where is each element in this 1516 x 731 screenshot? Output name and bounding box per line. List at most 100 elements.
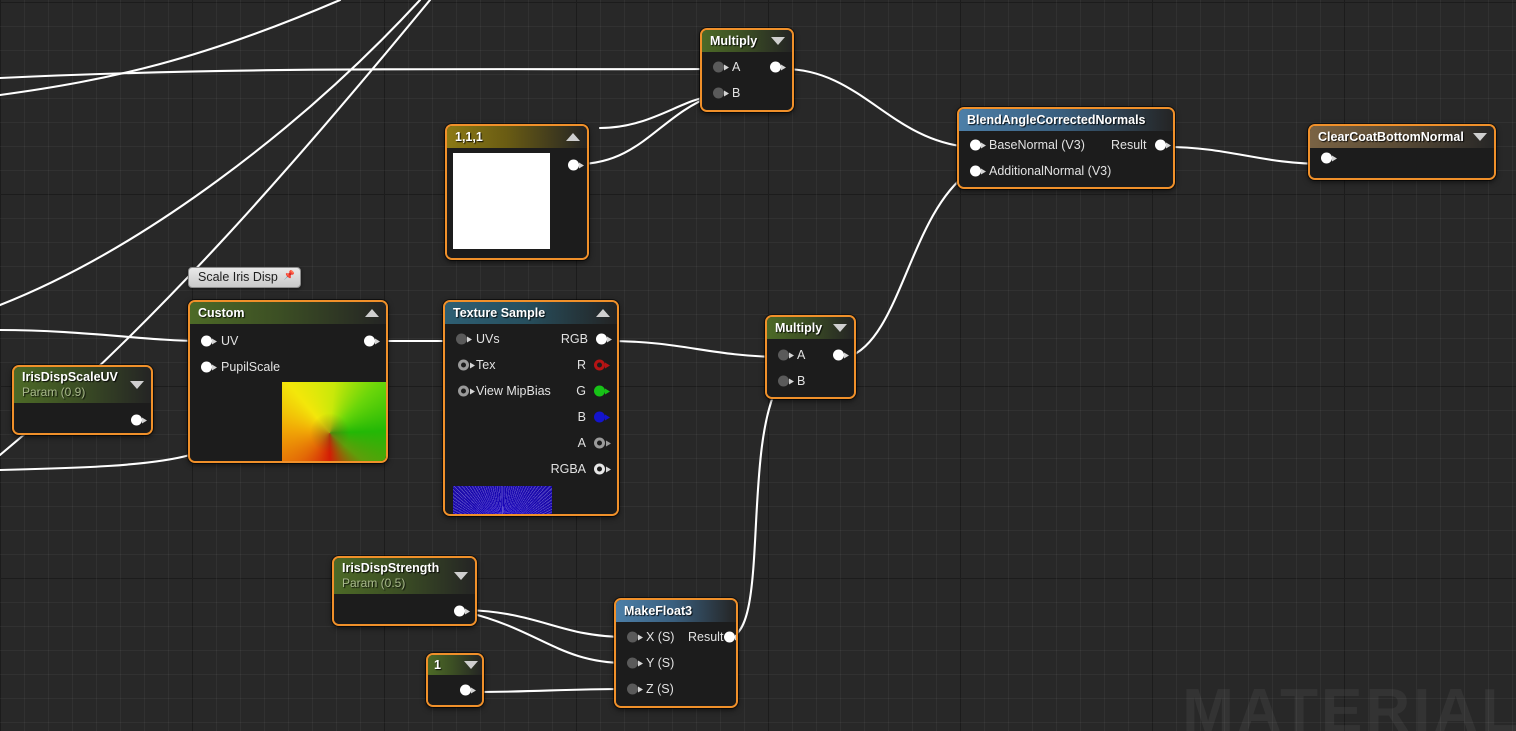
input-pin-basenormal[interactable]	[970, 139, 986, 151]
node-texture-sample[interactable]: Texture Sample UVs Tex View MipBias RGB …	[443, 300, 619, 516]
node-header[interactable]: Multiply	[702, 30, 792, 52]
wire-in-to-custom-uv	[0, 328, 202, 343]
node-multiply-top[interactable]: Multiply A B	[700, 28, 794, 112]
input-pin-a[interactable]	[778, 349, 794, 361]
chevron-up-icon[interactable]	[596, 309, 610, 317]
output-pin-result[interactable]	[724, 631, 736, 643]
input-pin-uvs[interactable]	[456, 333, 472, 345]
node-custom[interactable]: Custom UV PupilScale	[188, 300, 388, 463]
input-pin-y[interactable]	[627, 657, 643, 669]
wire-to-multiply-top-b	[598, 94, 714, 130]
chevron-down-icon[interactable]	[771, 37, 785, 45]
chevron-down-icon[interactable]	[130, 381, 144, 389]
output-label-rgb: RGB	[560, 332, 588, 346]
chevron-down-icon[interactable]	[1473, 133, 1487, 141]
chevron-down-icon[interactable]	[833, 324, 847, 332]
wire-to-multiply-top-a	[0, 67, 716, 80]
output-pin[interactable]	[454, 605, 470, 617]
input-pin-viewmipbias[interactable]	[458, 385, 475, 397]
comment-bubble-scale-iris-disp[interactable]: Scale Iris Disp 📌	[188, 267, 301, 288]
node-title: 1,1,1	[455, 130, 483, 144]
node-constant-vector-111[interactable]: 1,1,1	[445, 124, 589, 260]
output-pin-rgb[interactable]	[596, 333, 612, 345]
input-label-basenormal: BaseNormal (V3)	[989, 138, 1085, 152]
pin-row: B	[767, 368, 854, 394]
node-title: Texture Sample	[453, 306, 546, 320]
node-header[interactable]: ClearCoatBottomNormal	[1310, 126, 1494, 148]
chevron-up-icon[interactable]	[566, 133, 580, 141]
input-pin[interactable]	[1321, 152, 1337, 164]
node-title: ClearCoatBottomNormal	[1318, 130, 1464, 144]
input-pin-x[interactable]	[627, 631, 643, 643]
node-multiply-mid[interactable]: Multiply A B	[765, 315, 856, 399]
input-pin-pupilscale[interactable]	[201, 361, 217, 373]
output-pin[interactable]	[568, 159, 584, 171]
input-label-b: B	[732, 86, 741, 100]
output-pin-b[interactable]	[594, 411, 610, 423]
output-pin-g[interactable]	[594, 385, 610, 397]
node-title: IrisDispScaleUV	[22, 370, 118, 384]
node-blend-angle-corrected-normals[interactable]: BlendAngleCorrectedNormals BaseNormal (V…	[957, 107, 1175, 189]
output-pin-result[interactable]	[1155, 139, 1171, 151]
output-pin-a[interactable]	[594, 437, 611, 449]
input-pin-tex[interactable]	[458, 359, 475, 371]
wire-multiplymid-to-blend-additional	[846, 171, 970, 359]
node-title: Multiply	[710, 34, 758, 48]
input-pin-z[interactable]	[627, 683, 643, 695]
output-label-r: R	[576, 358, 586, 372]
node-header[interactable]: MakeFloat3	[616, 600, 736, 622]
node-iris-disp-scale-uv[interactable]: IrisDispScaleUV Param (0.9)	[12, 365, 153, 435]
node-iris-disp-strength[interactable]: IrisDispStrength Param (0.5)	[332, 556, 477, 626]
input-pin-additionalnormal[interactable]	[970, 165, 986, 177]
input-pin-b[interactable]	[778, 375, 794, 387]
pin-row: A	[527, 430, 617, 456]
node-header[interactable]: Multiply	[767, 317, 854, 339]
output-pin-column: RGB R G B A RGBA	[527, 326, 617, 482]
wire-offscreen-1	[0, 0, 342, 97]
input-label-additionalnormal: AdditionalNormal (V3)	[989, 164, 1112, 178]
input-pin-b[interactable]	[713, 87, 729, 99]
node-header[interactable]: 1	[428, 655, 482, 675]
wire-const1-to-makefloat3-z	[470, 687, 628, 694]
output-pin-rgba[interactable]	[594, 463, 611, 475]
output-pin[interactable]	[833, 349, 849, 361]
input-label-z: Z (S)	[646, 682, 674, 696]
input-label-pupilscale: PupilScale	[221, 360, 281, 374]
pin-row: Y (S)	[616, 650, 736, 676]
node-header[interactable]: Texture Sample	[445, 302, 617, 324]
output-pin-r[interactable]	[594, 359, 610, 371]
input-pin-a[interactable]	[713, 61, 729, 73]
output-label-b: B	[577, 410, 586, 424]
node-header[interactable]: IrisDispStrength Param (0.5)	[334, 558, 475, 594]
node-header[interactable]: 1,1,1	[447, 126, 587, 148]
node-subtitle: Param (0.9)	[22, 385, 86, 399]
node-header[interactable]: Custom	[190, 302, 386, 324]
node-body: UVs Tex View MipBias RGB R G B A RGBA	[445, 324, 617, 514]
output-label-g: G	[576, 384, 586, 398]
node-title: MakeFloat3	[624, 604, 693, 618]
node-header[interactable]: IrisDispScaleUV Param (0.9)	[14, 367, 151, 403]
node-make-float3[interactable]: MakeFloat3 X (S) Result Y (S) Z (S)	[614, 598, 738, 708]
pin-row: PupilScale	[190, 354, 386, 380]
chevron-down-icon[interactable]	[464, 661, 478, 669]
output-pin[interactable]	[364, 335, 380, 347]
output-pin[interactable]	[460, 684, 476, 696]
node-constant-1[interactable]: 1	[426, 653, 484, 707]
output-pin[interactable]	[770, 61, 786, 73]
pin-row: B	[702, 80, 792, 106]
pin-icon[interactable]: 📌	[284, 271, 295, 280]
node-header[interactable]: BlendAngleCorrectedNormals	[959, 109, 1173, 131]
output-label-result: Result	[1111, 138, 1147, 152]
node-clear-coat-bottom-normal[interactable]: ClearCoatBottomNormal	[1308, 124, 1496, 180]
pin-row: R	[527, 352, 617, 378]
chevron-down-icon[interactable]	[454, 572, 468, 580]
chevron-up-icon[interactable]	[365, 309, 379, 317]
material-graph-canvas[interactable]: MATERIAL Multiply A B 1,1,1 BlendAngleCo…	[0, 0, 1516, 731]
pin-row: A	[702, 54, 792, 80]
pin-row: RGB	[527, 326, 617, 352]
input-label-x: X (S)	[646, 630, 675, 644]
output-pin[interactable]	[131, 414, 147, 426]
input-label-a: A	[732, 60, 741, 74]
input-pin-uv[interactable]	[201, 335, 217, 347]
node-title: 1	[434, 658, 441, 672]
